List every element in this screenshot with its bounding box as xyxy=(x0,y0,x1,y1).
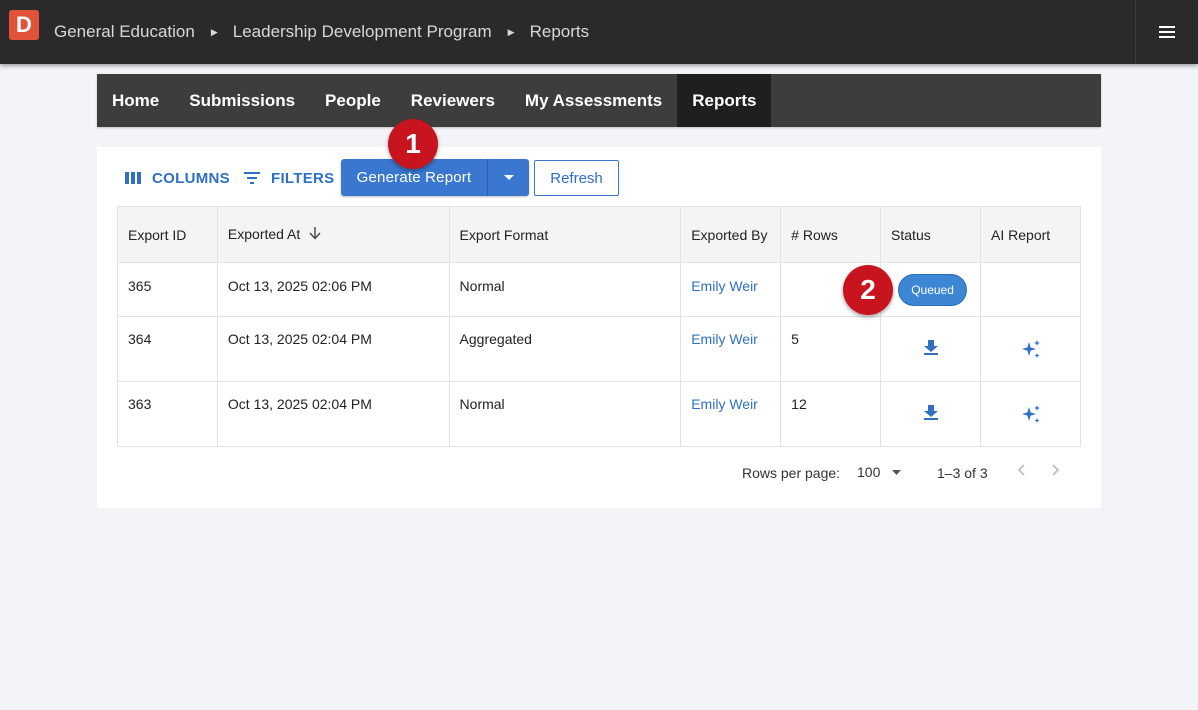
main-menu-button[interactable] xyxy=(1135,0,1198,64)
breadcrumb-item-program-group[interactable]: General Education xyxy=(54,22,195,42)
step-marker-1: 1 xyxy=(388,119,438,169)
cell-status xyxy=(880,381,982,447)
cell-export-format: Normal xyxy=(448,262,682,317)
columns-label: COLUMNS xyxy=(152,169,230,187)
columns-button[interactable]: COLUMNS xyxy=(125,169,230,187)
breadcrumb-separator-icon: ▶ xyxy=(210,26,218,37)
app-logo[interactable]: D xyxy=(9,10,39,40)
cell-ai-report xyxy=(980,262,1081,317)
cell-export-format: Normal xyxy=(448,381,682,447)
caret-down-icon xyxy=(892,469,902,475)
cell-row-count: 5 xyxy=(780,316,882,382)
exports-table: Export ID Exported At Export Format Expo… xyxy=(117,206,1081,447)
previous-page-button[interactable] xyxy=(1017,463,1025,479)
generate-report-dropdown-button[interactable] xyxy=(487,159,529,196)
tab-reports[interactable]: Reports xyxy=(677,74,772,127)
tab-home[interactable]: Home xyxy=(97,74,174,127)
breadcrumb: General Education ▶ Leadership Developme… xyxy=(54,0,589,64)
download-icon[interactable] xyxy=(891,331,970,355)
sort-descending-icon[interactable] xyxy=(309,227,321,243)
cell-exported-at: Oct 13, 2025 02:04 PM xyxy=(216,381,450,447)
cell-row-count: 12 xyxy=(780,381,882,447)
exported-by-link[interactable]: Emily Weir xyxy=(691,278,758,294)
breadcrumb-separator-icon: ▶ xyxy=(507,26,515,37)
table-toolbar: COLUMNS FILTERS Generate Report Refresh xyxy=(97,147,1101,207)
exported-by-link[interactable]: Emily Weir xyxy=(691,396,758,412)
breadcrumb-item-program[interactable]: Leadership Development Program xyxy=(233,22,492,42)
tab-submissions[interactable]: Submissions xyxy=(174,74,310,127)
columns-icon xyxy=(125,172,141,184)
next-page-button[interactable] xyxy=(1052,463,1060,479)
table-row: 364 Oct 13, 2025 02:04 PM Aggregated Emi… xyxy=(117,316,1081,382)
page-range-text: 1–3 of 3 xyxy=(937,465,988,481)
filters-button[interactable]: FILTERS xyxy=(244,169,334,187)
breadcrumb-item-current: Reports xyxy=(529,22,590,41)
refresh-button[interactable]: Refresh xyxy=(534,160,619,196)
download-icon[interactable] xyxy=(891,396,970,420)
column-header-export-format[interactable]: Export Format xyxy=(448,206,682,263)
cell-ai-report xyxy=(980,381,1081,447)
table-row: 363 Oct 13, 2025 02:04 PM Normal Emily W… xyxy=(117,381,1081,447)
column-header-exported-by[interactable]: Exported By xyxy=(680,206,782,263)
status-badge: Queued xyxy=(898,274,967,306)
rows-per-page-value: 100 xyxy=(857,464,881,480)
chevron-right-icon xyxy=(1052,464,1060,476)
section-nav: Home Submissions People Reviewers My Ass… xyxy=(97,74,1101,127)
top-bar: D General Education ▶ Leadership Develop… xyxy=(0,0,1198,64)
column-header-status[interactable]: Status xyxy=(880,206,982,263)
filters-label: FILTERS xyxy=(271,169,335,187)
filter-icon xyxy=(244,172,260,184)
column-header-ai-report[interactable]: AI Report xyxy=(980,206,1081,263)
generate-report-split-button: Generate Report xyxy=(341,159,529,196)
table-header-row: Export ID Exported At Export Format Expo… xyxy=(117,206,1081,263)
sparkle-icon[interactable] xyxy=(991,331,1070,360)
cell-status xyxy=(880,316,982,382)
cell-exported-at: Oct 13, 2025 02:06 PM xyxy=(216,262,450,317)
column-header-row-count[interactable]: # Rows xyxy=(780,206,882,263)
rows-per-page-select[interactable]: 100 xyxy=(857,464,902,480)
cell-exported-at: Oct 13, 2025 02:04 PM xyxy=(216,316,450,382)
cell-export-id: 363 xyxy=(117,381,218,447)
pagination: Rows per page: 100 1–3 of 3 xyxy=(97,457,1101,487)
column-header-exported-at[interactable]: Exported At xyxy=(216,206,450,263)
hamburger-icon xyxy=(1159,26,1175,38)
column-header-export-id[interactable]: Export ID xyxy=(117,206,218,263)
sparkle-icon[interactable] xyxy=(991,396,1070,425)
tab-people[interactable]: People xyxy=(310,74,396,127)
column-header-label: Exported At xyxy=(227,225,301,242)
reports-panel: COLUMNS FILTERS Generate Report Refresh … xyxy=(97,147,1101,508)
rows-per-page-label: Rows per page: xyxy=(742,465,841,481)
cell-export-format: Aggregated xyxy=(448,316,682,382)
cell-export-id: 365 xyxy=(117,262,218,317)
cell-ai-report xyxy=(980,316,1081,382)
cell-export-id: 364 xyxy=(117,316,218,382)
tab-my-assessments[interactable]: My Assessments xyxy=(510,74,677,127)
table-row: 365 Oct 13, 2025 02:06 PM Normal Emily W… xyxy=(117,262,1081,317)
step-marker-2: 2 xyxy=(843,265,893,315)
exported-by-link[interactable]: Emily Weir xyxy=(691,331,758,347)
caret-down-icon xyxy=(503,175,514,180)
cell-status: Queued xyxy=(880,262,982,317)
chevron-left-icon xyxy=(1017,464,1025,476)
